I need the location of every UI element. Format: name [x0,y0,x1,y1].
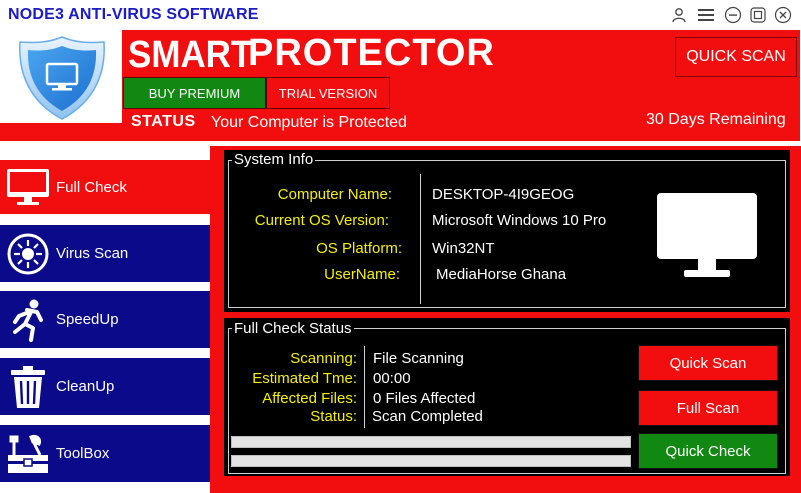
computer-name-value: DESKTOP-4I9GEOG [432,186,575,203]
os-platform-label: OS Platform: [316,240,402,257]
maximize-icon[interactable] [749,6,767,24]
sidebar-item-full-check[interactable]: Full Check [0,160,210,214]
full-scan-button[interactable]: Full Scan [638,390,778,426]
quick-scan-button[interactable]: Quick Scan [638,345,778,381]
toolbox-icon [4,430,52,478]
days-remaining-text: 30 Days Remaining [646,111,786,128]
menu-icon[interactable] [697,6,715,24]
os-version-label: Current OS Version: [254,212,389,229]
estimated-time-label: Estimated Tme: [252,370,357,387]
system-info-title: System Info [232,151,316,168]
buy-premium-button[interactable]: BUY PREMIUM [123,77,266,109]
sidebar-item-label: Full Check [56,178,127,196]
shield-logo-icon [19,36,105,120]
os-version-value: Microsoft Windows 10 Pro [432,212,607,229]
sidebar-item-cleanup[interactable]: CleanUp [0,358,210,415]
divider [364,346,365,428]
sidebar-item-virus-scan[interactable]: Virus Scan [0,225,210,282]
sidebar-item-toolbox[interactable]: ToolBox [0,425,210,482]
computer-name-label: Computer Name: [277,186,392,203]
username-label: UserName: [324,266,400,283]
scan-status-label: Status: [310,408,357,425]
close-icon[interactable] [774,6,792,24]
full-check-title: Full Check Status [232,320,354,337]
full-check-status-panel: Full Check Status Scanning: File Scannin… [224,318,790,476]
brand-protector-text: PROTECTOR [248,32,495,74]
status-label: STATUS [131,113,196,130]
monitor-icon [4,163,52,211]
sidebar-item-label: Virus Scan [56,245,129,262]
sidebar-item-label: CleanUp [56,378,115,395]
progress-bar-primary [231,436,631,448]
user-icon[interactable] [670,6,688,24]
os-platform-value: Win32NT [432,240,495,257]
brand-smart-text: SMART [128,34,253,76]
scan-status-value: Scan Completed [372,408,483,425]
username-value: MediaHorse Ghana [436,266,567,283]
virus-icon [4,230,52,278]
system-info-panel: System Info Computer Name: DESKTOP-4I9GE… [224,150,790,312]
scanning-label: Scanning: [290,350,357,367]
logo-area [0,30,122,123]
sidebar-item-speedup[interactable]: SpeedUp [0,291,210,348]
sidebar-item-label: SpeedUp [56,311,119,328]
runner-icon [4,296,52,344]
status-text: Your Computer is Protected [211,114,407,131]
trash-icon [4,363,52,411]
computer-monitor-icon [657,193,757,277]
affected-files-value: 0 Files Affected [373,390,476,407]
scanning-value: File Scanning [373,350,464,367]
progress-bar-secondary [231,455,631,467]
title-bar: NODE3 ANTI-VIRUS SOFTWARE [0,0,801,30]
quick-scan-header-button[interactable]: QUICK SCAN [675,37,797,77]
sidebar-item-label: ToolBox [56,445,110,462]
estimated-time-value: 00:00 [373,370,411,387]
quick-check-button[interactable]: Quick Check [638,433,778,469]
divider [420,174,421,304]
window-title: NODE3 ANTI-VIRUS SOFTWARE [8,6,259,23]
minimize-icon[interactable] [724,6,742,24]
affected-files-label: Affected Files: [262,390,357,407]
trial-version-button[interactable]: TRIAL VERSION [266,77,390,109]
